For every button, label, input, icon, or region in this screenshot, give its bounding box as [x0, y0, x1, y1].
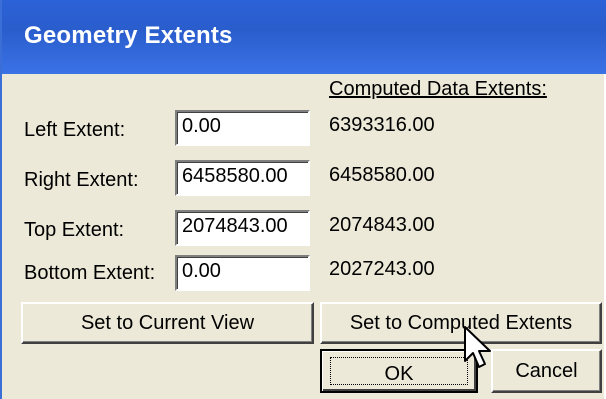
left-extent-input[interactable]: 0.00	[175, 110, 310, 146]
title-bar[interactable]: Geometry Extents	[2, 0, 606, 74]
geometry-extents-dialog: Geometry Extents Computed Data Extents: …	[0, 0, 606, 399]
ok-focus-rect: OK	[330, 357, 468, 385]
right-extent-label: Right Extent:	[24, 169, 139, 191]
cancel-button[interactable]: Cancel	[491, 349, 602, 393]
computed-top-value: 2074843.00	[329, 214, 435, 236]
ok-button[interactable]: OK	[320, 349, 478, 393]
set-to-computed-extents-button[interactable]: Set to Computed Extents	[320, 302, 602, 344]
arrow-pointer-icon	[464, 326, 491, 368]
right-extent-input[interactable]: 6458580.00	[175, 160, 310, 196]
top-extent-input[interactable]: 2074843.00	[175, 210, 310, 246]
computed-bottom-value: 2027243.00	[329, 258, 435, 280]
bottom-extent-label: Bottom Extent:	[24, 262, 156, 284]
computed-right-value: 6458580.00	[329, 164, 435, 186]
left-extent-label: Left Extent:	[24, 119, 126, 141]
dialog-title: Geometry Extents	[24, 22, 233, 49]
bottom-extent-input[interactable]: 0.00	[175, 255, 310, 291]
computed-left-value: 6393316.00	[329, 114, 435, 136]
computed-extents-header: Computed Data Extents:	[329, 78, 547, 100]
set-to-current-view-button[interactable]: Set to Current View	[21, 302, 314, 344]
top-extent-label: Top Extent:	[24, 219, 125, 241]
